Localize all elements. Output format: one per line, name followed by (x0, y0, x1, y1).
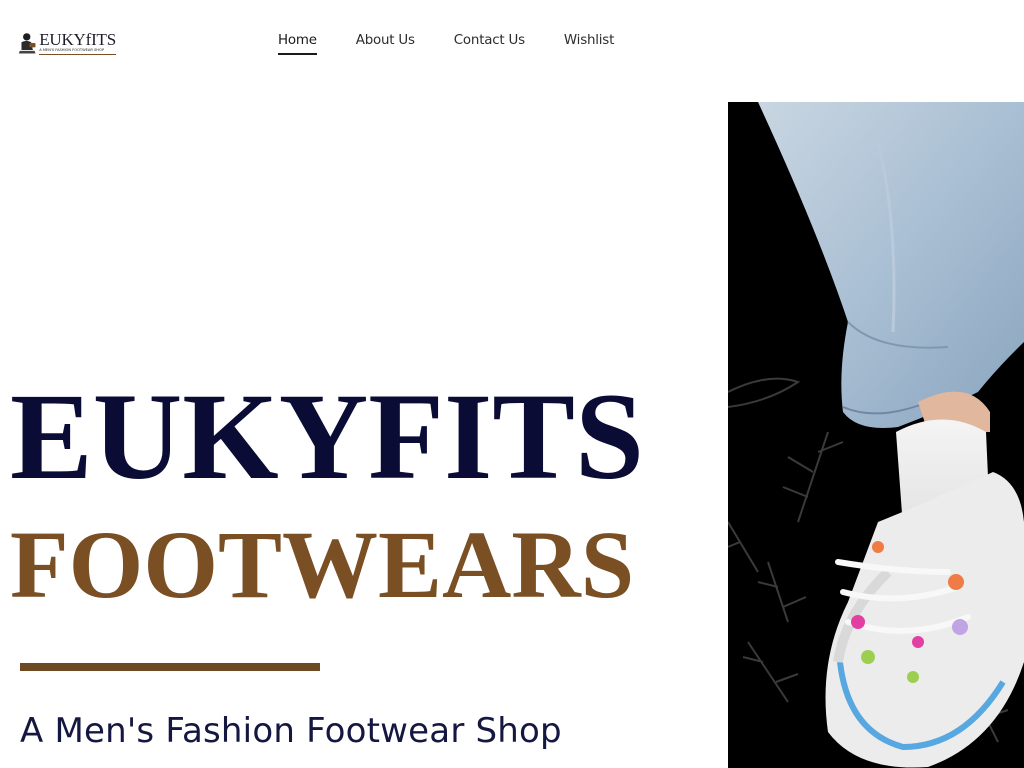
hero-sneaker-image (728, 102, 1024, 768)
logo-tagline: A MEN'S FASHION FOOTWEAR SHOP (39, 48, 116, 55)
page: EUKYfITS A MEN'S FASHION FOOTWEAR SHOP H… (0, 0, 1024, 768)
nav-wishlist[interactable]: Wishlist (564, 33, 614, 55)
hero-subtitle: A Men's Fashion Footwear Shop (20, 711, 562, 751)
site-header: EUKYfITS A MEN'S FASHION FOOTWEAR SHOP H… (0, 0, 1024, 84)
logo-text-group: EUKYfITS A MEN'S FASHION FOOTWEAR SHOP (39, 29, 116, 55)
site-logo[interactable]: EUKYfITS A MEN'S FASHION FOOTWEAR SHOP (18, 28, 116, 58)
nav-home[interactable]: Home (278, 33, 317, 55)
nav-about-us[interactable]: About Us (356, 33, 415, 55)
logo-wordmark: EUKYfITS (39, 29, 116, 49)
sneaker-illustration (728, 102, 1024, 768)
logo-figure-icon (18, 33, 36, 54)
main-nav: Home About Us Contact Us Wishlist (278, 33, 653, 55)
hero-title-line-1: EUKYFITS (10, 368, 644, 505)
hero-title-line-2: FOOTWEARS (10, 511, 635, 618)
hero-divider (20, 663, 320, 671)
nav-contact-us[interactable]: Contact Us (454, 33, 525, 55)
